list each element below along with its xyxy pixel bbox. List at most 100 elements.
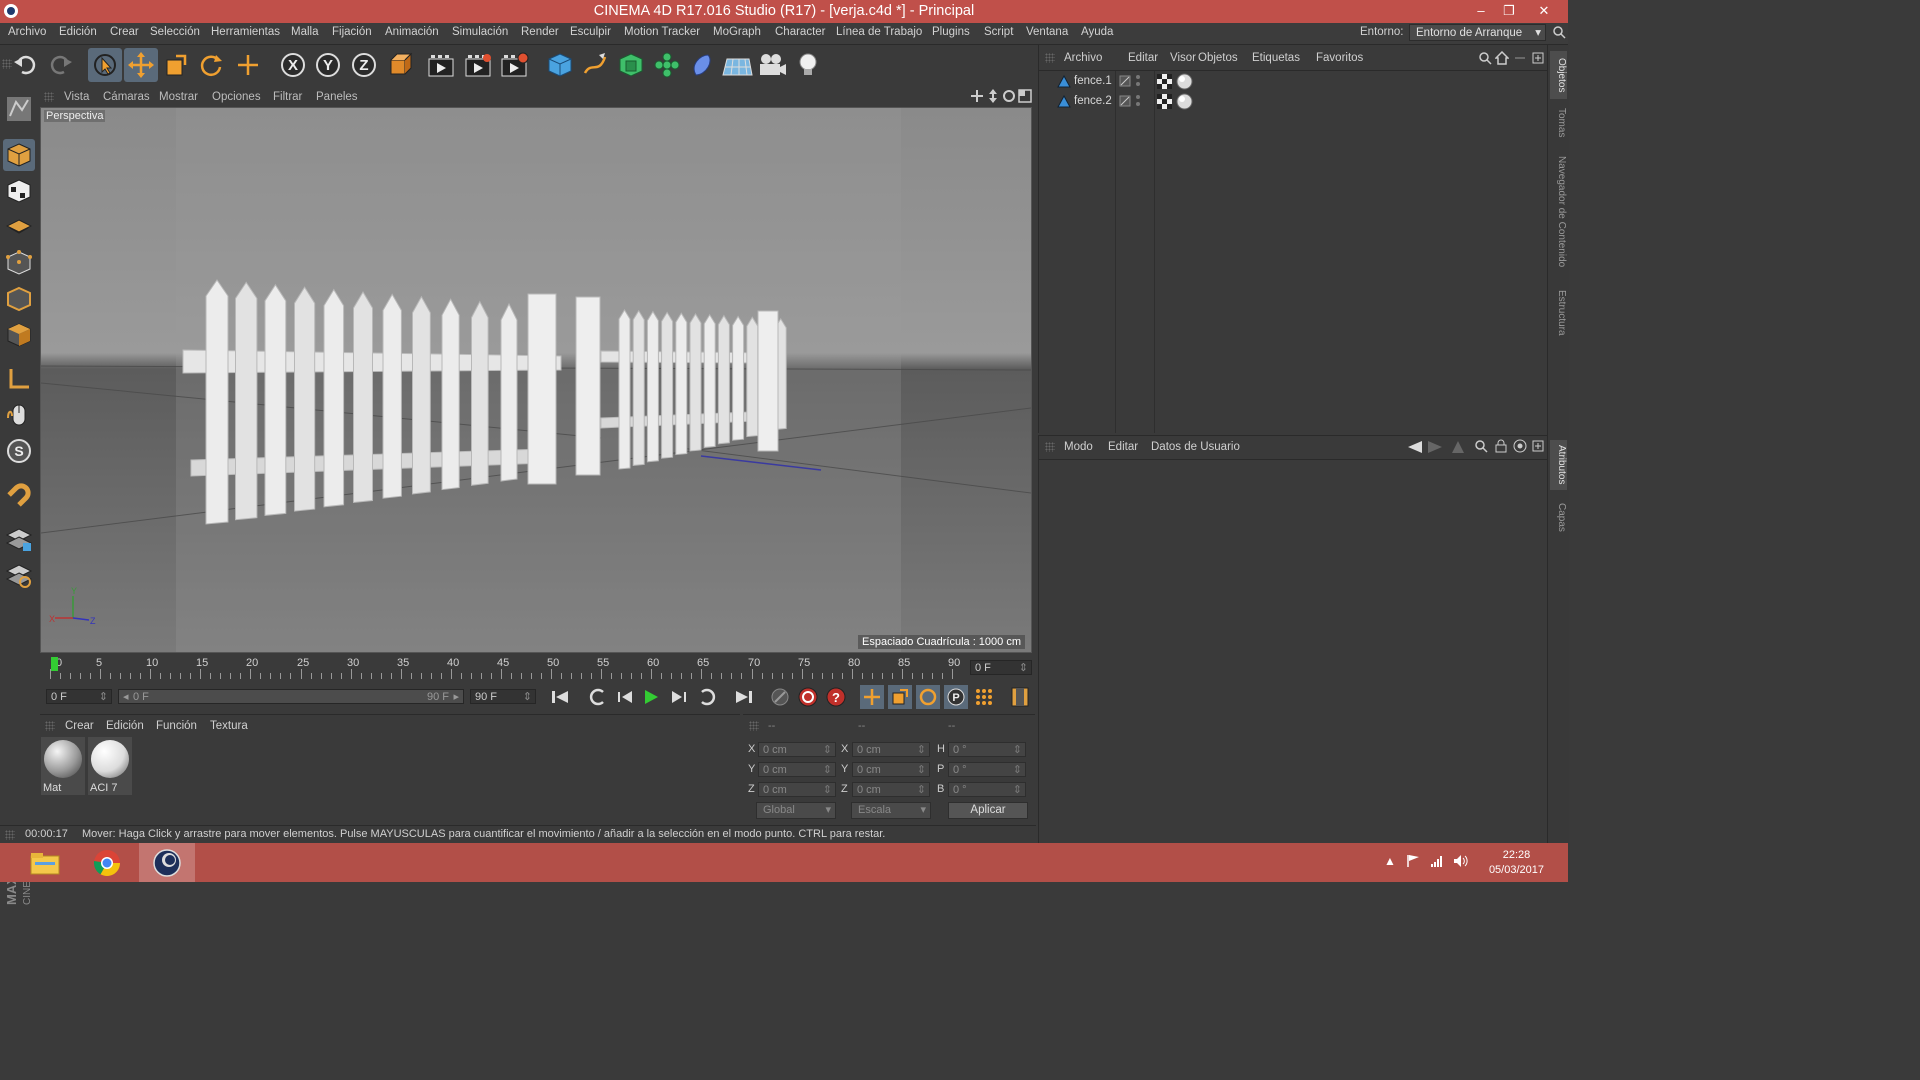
undo-icon[interactable] [8, 48, 42, 82]
rotation-h-field[interactable]: 0 ° ⇕ [948, 742, 1026, 757]
menu-esculpir[interactable]: Esculpir [570, 26, 611, 38]
render-settings-icon[interactable] [497, 48, 531, 82]
x-axis-icon[interactable]: X [276, 48, 310, 82]
record-keyframe-icon[interactable] [796, 685, 820, 709]
uvw-tag-icon[interactable] [1157, 94, 1172, 112]
polygons-mode-icon[interactable] [3, 319, 35, 351]
coordinates-grip[interactable] [749, 721, 759, 731]
cube-icon[interactable] [543, 48, 577, 82]
material-grip[interactable] [45, 721, 55, 731]
material-tag-icon[interactable] [1176, 73, 1193, 93]
viewport-menu-filtrar[interactable]: Filtrar [273, 91, 302, 103]
menu-archivo[interactable]: Archivo [8, 26, 46, 38]
tab-navegador-de-contenido[interactable]: Navegador de Contenido [1550, 147, 1567, 277]
back-arrow-icon[interactable] [1407, 440, 1423, 457]
menu-plugins[interactable]: Plugins [932, 26, 970, 38]
move-icon[interactable] [124, 48, 158, 82]
size-x-field[interactable]: 0 cm ⇕ [852, 742, 930, 757]
deformer-icon[interactable] [685, 48, 719, 82]
search-icon[interactable] [1475, 440, 1488, 456]
material-menu-funcion[interactable]: Función [156, 720, 197, 732]
y-axis-icon[interactable]: Y [311, 48, 345, 82]
network-icon[interactable] [1430, 854, 1444, 871]
menu-herramientas[interactable]: Herramientas [211, 26, 280, 38]
object-menu-objetos[interactable]: Objetos [1198, 52, 1238, 64]
visibility-dots-icon[interactable] [1135, 94, 1141, 111]
material-tag-icon[interactable] [1176, 93, 1193, 113]
go-to-end-icon[interactable] [732, 685, 756, 709]
previous-frame-icon[interactable] [613, 685, 637, 709]
menu-malla[interactable]: Malla [291, 26, 318, 38]
attribute-manager-grip[interactable] [1045, 442, 1055, 452]
live-selection-icon[interactable] [88, 48, 122, 82]
redo-icon[interactable] [44, 48, 78, 82]
minimize-button[interactable]: – [1466, 0, 1496, 23]
next-frame-icon[interactable] [667, 685, 691, 709]
menu-crear[interactable]: Crear [110, 26, 139, 38]
menu-motion-tracker[interactable]: Motion Tracker [624, 26, 700, 38]
tab-capas[interactable]: Capas [1550, 497, 1567, 537]
start-frame-field[interactable]: 0 F ⇕ [46, 689, 112, 704]
rotation-b-field[interactable]: 0 ° ⇕ [948, 782, 1026, 797]
material-swatch[interactable]: ACI 7 [88, 737, 132, 795]
viewport-menu-vista[interactable]: Vista [64, 91, 89, 103]
pen-spline-icon[interactable] [578, 48, 612, 82]
menu-edicion[interactable]: Edición [59, 26, 97, 38]
rotation-p-field[interactable]: 0 ° ⇕ [948, 762, 1026, 777]
viewport-menu-camaras[interactable]: Cámaras [103, 91, 150, 103]
taskbar-clock[interactable]: 22:28 05/03/2017 [1489, 848, 1544, 878]
rotate-view-icon[interactable] [1002, 89, 1016, 106]
target-icon[interactable] [1513, 439, 1527, 456]
menu-simulacion[interactable]: Simulación [452, 26, 508, 38]
make-editable-icon[interactable] [3, 93, 35, 125]
menu-mograph[interactable]: MoGraph [713, 26, 761, 38]
uvw-tag-icon[interactable] [1157, 74, 1172, 92]
go-to-next-keyframe-icon[interactable] [695, 685, 719, 709]
up-arrow-icon[interactable] [1451, 440, 1465, 457]
restore-button[interactable]: ❐ [1494, 0, 1524, 23]
object-menu-archivo[interactable]: Archivo [1064, 52, 1102, 64]
workplane-align-icon[interactable] [3, 559, 35, 591]
object-menu-editar[interactable]: Editar [1128, 52, 1158, 64]
edges-mode-icon[interactable] [3, 283, 35, 315]
chrome-icon[interactable] [79, 843, 135, 882]
key-scale-icon[interactable] [888, 685, 912, 709]
frame-range-slider[interactable]: ◂ 0 F 90 F ▸ [118, 689, 464, 704]
action-center-flag-icon[interactable] [1406, 854, 1420, 871]
render-picture-viewer-icon[interactable] [461, 48, 495, 82]
apply-button[interactable]: Aplicar [948, 802, 1028, 819]
motion-record-icon[interactable] [768, 685, 792, 709]
object-name[interactable]: fence.1 [1074, 75, 1112, 87]
key-position-icon[interactable] [860, 685, 884, 709]
size-mode-select[interactable]: Escala ▾ [851, 802, 931, 819]
toggle-view-icon[interactable] [1018, 89, 1032, 106]
layer-icon[interactable] [1119, 95, 1131, 110]
rotate-icon[interactable] [194, 48, 228, 82]
position-x-field[interactable]: 0 cm ⇕ [758, 742, 836, 757]
menu-script[interactable]: Script [984, 26, 1013, 38]
key-point-level-icon[interactable] [972, 685, 996, 709]
viewport-camera-label[interactable]: Perspectiva [44, 110, 106, 122]
viewport-menu-opciones[interactable]: Opciones [212, 91, 261, 103]
coordinate-mode-select[interactable]: Global ▾ [756, 802, 836, 819]
search-icon[interactable] [1552, 25, 1566, 42]
material-menu-edicion[interactable]: Edición [106, 720, 144, 732]
visibility-dots-icon[interactable] [1135, 74, 1141, 91]
cinema4d-icon[interactable] [139, 843, 195, 882]
attribute-menu-datos-de-usuario[interactable]: Datos de Usuario [1151, 441, 1240, 453]
object-menu-etiquetas[interactable]: Etiquetas [1252, 52, 1300, 64]
go-to-previous-keyframe-icon[interactable] [586, 685, 610, 709]
list-item[interactable]: fence.1 [1039, 72, 1547, 92]
tab-estructura[interactable]: Estructura [1550, 285, 1567, 341]
material-menu-textura[interactable]: Textura [210, 720, 248, 732]
render-view-icon[interactable] [424, 48, 458, 82]
tab-tomas[interactable]: Tomas [1550, 103, 1567, 143]
autokey-help-icon[interactable]: ? [824, 685, 848, 709]
file-explorer-icon[interactable] [17, 843, 73, 882]
material-menu-crear[interactable]: Crear [65, 720, 94, 732]
show-hidden-icons-icon[interactable]: ▲ [1384, 854, 1396, 868]
layer-icon[interactable] [1119, 75, 1131, 90]
cloner-icon[interactable] [650, 48, 684, 82]
object-name[interactable]: fence.2 [1074, 95, 1112, 107]
object-menu-favoritos[interactable]: Favoritos [1316, 52, 1363, 64]
